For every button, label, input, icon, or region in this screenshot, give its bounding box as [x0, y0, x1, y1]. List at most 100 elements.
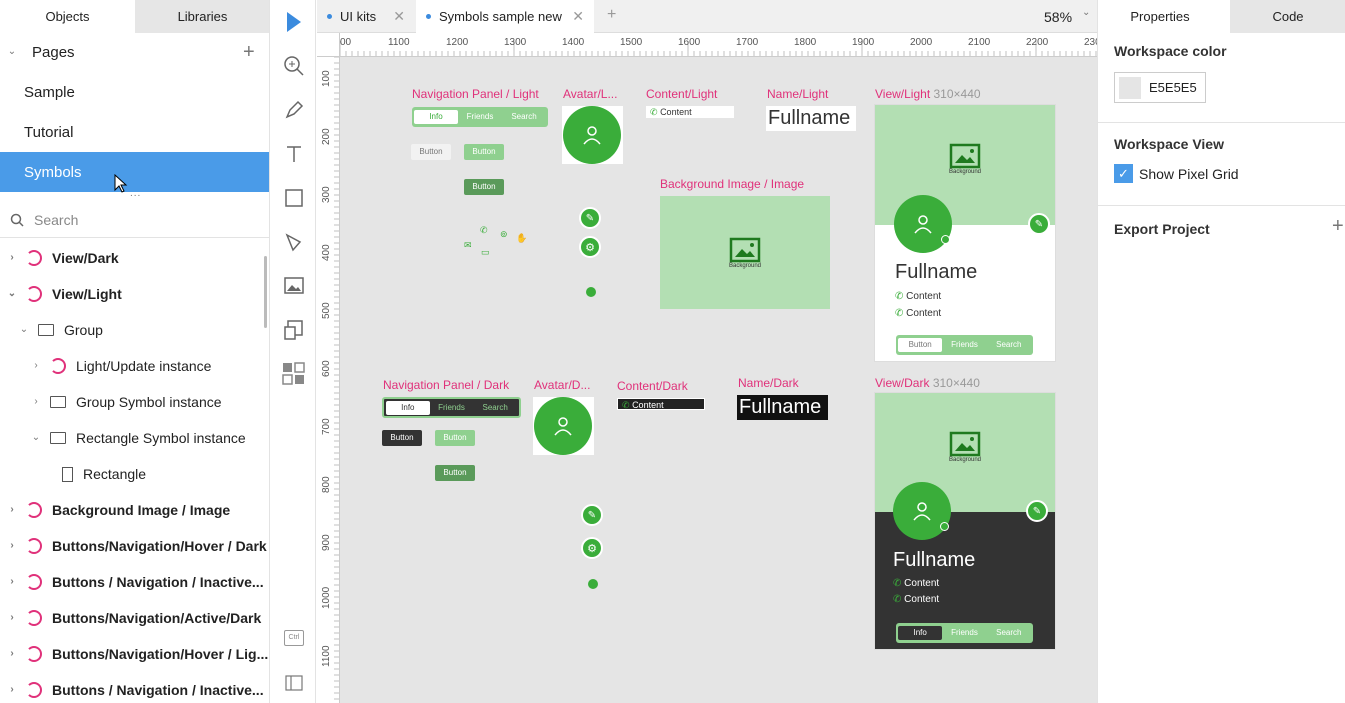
mail-icon[interactable]: ✉ — [464, 240, 472, 251]
status-dot[interactable] — [588, 579, 598, 589]
layer-item[interactable]: › View/Dark — [0, 240, 269, 276]
layer-item[interactable]: › Background Image / Image — [0, 492, 269, 528]
add-tab-icon[interactable]: + — [607, 6, 616, 24]
view-light-label[interactable]: View/Light 310×440 — [875, 87, 981, 101]
chat-icon[interactable]: ▭ — [481, 247, 490, 258]
view-dark-label[interactable]: View/Dark 310×440 — [875, 376, 980, 390]
content-light[interactable]: ✆ Content — [646, 106, 734, 118]
nav-item-info[interactable]: Info — [898, 626, 943, 640]
edit-button[interactable]: ✎ — [579, 207, 601, 229]
nav-item-button[interactable]: Button — [898, 338, 943, 352]
add-export-icon[interactable]: + — [1332, 215, 1344, 238]
tab-code[interactable]: Code — [1230, 0, 1345, 33]
layer-item[interactable]: › Buttons / Navigation / Inactive... — [0, 672, 269, 703]
view-dark[interactable]: Background ✎ Fullname ✆ Content ✆ Conten… — [875, 393, 1055, 649]
edit-button[interactable]: ✎ — [581, 504, 603, 526]
chevron-down-icon[interactable]: ⌄ — [1082, 7, 1090, 18]
zoom-level[interactable]: 58% — [1044, 9, 1072, 25]
zoom-tool[interactable] — [271, 46, 316, 86]
name-light[interactable]: Fullname — [766, 106, 856, 131]
chevron-down-icon[interactable]: ⌄ — [6, 46, 18, 58]
checkbox-checked-icon[interactable]: ✓ — [1114, 164, 1133, 183]
settings-button[interactable]: ⚙ — [581, 537, 603, 559]
settings-button[interactable]: ⚙ — [579, 236, 601, 258]
color-value[interactable]: E5E5E5 — [1149, 80, 1197, 95]
nav-item-friends[interactable]: Friends — [942, 338, 986, 352]
symbol-tool[interactable] — [271, 310, 316, 350]
name-dark[interactable]: Fullname — [737, 395, 828, 420]
panel-toggle-icon[interactable] — [285, 675, 303, 691]
layer-item[interactable]: › Buttons/Navigation/Hover / Lig... — [0, 636, 269, 672]
chevron-down-icon[interactable]: ⌄ — [30, 432, 42, 444]
layer-item[interactable]: › Buttons/Navigation/Hover / Dark — [0, 528, 269, 564]
layer-item[interactable]: ⌄ Rectangle Symbol instance — [0, 420, 269, 456]
search-input[interactable]: Search — [34, 212, 78, 228]
chevron-right-icon[interactable]: › — [6, 504, 18, 516]
tab-ui-kits[interactable]: UI kits ✕ — [317, 0, 415, 33]
status-dot[interactable] — [586, 287, 596, 297]
layer-item[interactable]: › Light/Update instance — [0, 348, 269, 384]
nav-item-info[interactable]: Info — [386, 400, 430, 415]
select-tool[interactable] — [271, 2, 316, 42]
components-tool[interactable] — [271, 354, 316, 394]
nav-item-search[interactable]: Search — [473, 401, 517, 415]
hand-icon[interactable]: ✋ — [516, 233, 527, 244]
button-inactive-light[interactable]: Button — [411, 144, 451, 160]
button-active-light[interactable]: Button — [464, 179, 504, 195]
layer-item[interactable]: › Buttons / Navigation / Inactive... — [0, 564, 269, 600]
chevron-right-icon[interactable] — [42, 468, 54, 480]
nav-panel-light[interactable]: Info Friends Search — [412, 107, 548, 127]
close-icon[interactable]: ✕ — [572, 8, 584, 25]
chevron-right-icon[interactable]: › — [30, 360, 42, 372]
layer-item[interactable]: › Group Symbol instance — [0, 384, 269, 420]
layer-item[interactable]: Rectangle — [0, 456, 269, 492]
tab-libraries[interactable]: Libraries — [135, 0, 269, 33]
location-icon[interactable]: ⊚ — [500, 229, 508, 240]
chevron-right-icon[interactable]: › — [6, 684, 18, 696]
chevron-down-icon[interactable]: ⌄ — [6, 288, 18, 300]
chevron-right-icon[interactable]: › — [6, 612, 18, 624]
button-hover-dark[interactable]: Button — [435, 430, 475, 446]
button-inactive-dark[interactable]: Button — [382, 430, 422, 446]
path-tool[interactable] — [271, 222, 316, 262]
chevron-right-icon[interactable]: › — [6, 252, 18, 264]
tab-objects[interactable]: Objects — [0, 0, 135, 33]
image-tool[interactable] — [271, 266, 316, 306]
nav-item-friends[interactable]: Friends — [942, 626, 986, 640]
avatar-dark[interactable] — [533, 397, 594, 455]
content-dark-label[interactable]: Content/Dark — [617, 379, 688, 393]
background-image[interactable]: Background — [660, 196, 830, 309]
add-page-icon[interactable]: + — [243, 41, 255, 64]
avatar-light-label[interactable]: Avatar/L... — [563, 87, 617, 101]
pen-tool[interactable] — [271, 90, 316, 130]
tab-symbols-sample-new[interactable]: Symbols sample new ✕ — [416, 0, 594, 33]
content-dark[interactable]: ✆ Content — [617, 398, 705, 410]
workspace-color-field[interactable]: E5E5E5 — [1114, 72, 1206, 103]
page-item-tutorial[interactable]: Tutorial — [0, 112, 269, 152]
chevron-down-icon[interactable]: ⌄ — [18, 324, 30, 336]
edit-button[interactable]: ✎ — [1026, 500, 1048, 522]
layer-search[interactable]: Search — [0, 202, 269, 238]
nav-panel[interactable]: Info Friends Search — [896, 623, 1033, 643]
nav-item-search[interactable]: Search — [987, 626, 1031, 640]
nav-item-friends[interactable]: Friends — [458, 110, 502, 124]
chevron-right-icon[interactable]: › — [6, 540, 18, 552]
nav-light-label[interactable]: Navigation Panel / Light — [412, 87, 539, 101]
scrollbar[interactable] — [264, 256, 267, 328]
resize-handle[interactable]: ... — [130, 188, 141, 199]
color-swatch[interactable] — [1119, 76, 1141, 99]
page-item-sample[interactable]: Sample — [0, 72, 269, 112]
page-item-symbols[interactable]: Symbols — [0, 152, 269, 193]
pages-header[interactable]: ⌄ Pages + — [0, 33, 269, 71]
canvas[interactable]: Navigation Panel / Light Avatar/L... Con… — [340, 57, 1097, 703]
nav-panel-dark[interactable]: Info Friends Search — [382, 397, 521, 418]
button-hover-light[interactable]: Button — [464, 144, 504, 160]
close-icon[interactable]: ✕ — [393, 8, 405, 25]
layer-item[interactable]: ⌄ Group — [0, 312, 269, 348]
content-light-label[interactable]: Content/Light — [646, 87, 717, 101]
avatar-dark-label[interactable]: Avatar/D... — [534, 378, 590, 392]
bg-image-label[interactable]: Background Image / Image — [660, 177, 804, 191]
view-light[interactable]: Background ✎ Fullname ✆ Content ✆ Conten… — [875, 105, 1055, 361]
chevron-right-icon[interactable]: › — [30, 396, 42, 408]
layer-item[interactable]: › Buttons/Navigation/Active/Dark — [0, 600, 269, 636]
